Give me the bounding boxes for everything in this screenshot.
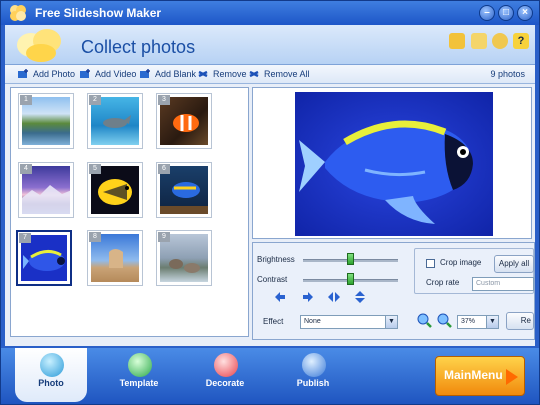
thumbnail-number: 9 xyxy=(158,232,170,242)
remove-icon xyxy=(198,70,208,78)
remove-all-label: Remove All xyxy=(264,69,310,79)
toolbar: Add Photo Add Video Add Blank Remove Rem… xyxy=(5,65,535,84)
template-icon xyxy=(128,353,152,377)
title-bar: Free Slideshow Maker – □ × xyxy=(1,1,539,25)
thumbnail-3[interactable]: 3 xyxy=(156,93,212,149)
page-title: Collect photos xyxy=(81,37,196,57)
thumbnail-panel: 1 2 3 4 5 6 7 8 9 xyxy=(10,87,249,337)
heart-icon xyxy=(214,353,238,377)
tab-publish-label: Publish xyxy=(296,378,330,388)
flip-horizontal-icon[interactable] xyxy=(327,291,341,303)
rotate-right-icon[interactable] xyxy=(301,291,315,303)
chevron-down-icon: ▼ xyxy=(385,316,397,328)
effect-label: Effect xyxy=(263,317,284,326)
minimize-button[interactable]: – xyxy=(479,5,495,21)
page-header: Collect photos ? xyxy=(5,25,535,65)
bottom-tab-bar: Photo Template Decorate Publish MainMenu xyxy=(1,348,539,404)
add-blank-icon xyxy=(140,69,150,78)
zoom-out-icon[interactable] xyxy=(437,313,452,328)
main-menu-button[interactable]: MainMenu xyxy=(435,356,525,396)
tab-template[interactable]: Template xyxy=(103,348,175,402)
main-menu-label: MainMenu xyxy=(444,368,503,382)
thumbnail-number: 1 xyxy=(20,95,32,105)
tab-template-label: Template xyxy=(119,378,159,388)
add-video-icon xyxy=(80,69,90,78)
brightness-slider-thumb[interactable] xyxy=(347,253,354,265)
thumbnail-5[interactable]: 5 xyxy=(87,162,143,218)
thumbnail-2[interactable]: 2 xyxy=(87,93,143,149)
thumbnail-number: 8 xyxy=(89,232,101,242)
preview-image xyxy=(295,92,493,236)
publish-icon xyxy=(302,353,326,377)
remove-all-icon xyxy=(249,70,259,78)
remove-all-button[interactable]: Remove All xyxy=(248,68,310,80)
apply-all-button[interactable]: Apply all xyxy=(494,255,534,273)
zoom-in-icon[interactable] xyxy=(417,313,432,328)
thumbnail-number: 5 xyxy=(89,164,101,174)
photo-count: 9 photos xyxy=(490,69,525,79)
remove-button[interactable]: Remove xyxy=(197,68,247,80)
add-video-button[interactable]: Add Video xyxy=(79,68,136,80)
add-photo-button[interactable]: Add Photo xyxy=(17,68,75,80)
effect-select[interactable]: None ▼ xyxy=(300,315,398,329)
crop-image-checkbox[interactable] xyxy=(426,259,435,268)
reset-label: Re xyxy=(520,316,531,325)
add-video-label: Add Video xyxy=(95,69,137,79)
tab-decorate[interactable]: Decorate xyxy=(189,348,261,402)
thumbnail-4[interactable]: 4 xyxy=(18,162,74,218)
app-window: Free Slideshow Maker – □ × Collect photo… xyxy=(0,0,540,405)
thumbnail-number: 3 xyxy=(158,95,170,105)
flower-logo-icon xyxy=(17,29,61,62)
zoom-value: 37% xyxy=(461,318,476,325)
adjust-panel: Brightness Contrast Effect None ▼ Crop i… xyxy=(252,242,535,340)
thumbnail-number: 6 xyxy=(158,164,170,174)
zoom-select[interactable]: 37% ▼ xyxy=(457,315,499,329)
chevron-down-icon: ▼ xyxy=(486,316,498,328)
crop-rate-value: Custom xyxy=(476,280,501,287)
brightness-label: Brightness xyxy=(257,255,295,264)
tab-photo-label: Photo xyxy=(38,378,64,388)
contrast-slider-thumb[interactable] xyxy=(347,273,354,285)
thumbnail-7[interactable]: 7 xyxy=(16,230,72,286)
help-icon[interactable]: ? xyxy=(513,33,529,49)
rotate-left-icon[interactable] xyxy=(273,291,287,303)
camera-icon xyxy=(40,353,64,377)
app-logo-icon xyxy=(10,5,26,21)
add-photo-icon xyxy=(18,69,28,78)
folder-icon[interactable] xyxy=(449,33,465,49)
maximize-button[interactable]: □ xyxy=(498,5,514,21)
main-area: 1 2 3 4 5 6 7 8 9 Brightness Contrast Ef… xyxy=(5,84,535,346)
add-blank-label: Add Blank xyxy=(155,69,197,79)
window-title: Free Slideshow Maker xyxy=(35,6,162,20)
thumbnail-9[interactable]: 9 xyxy=(156,230,212,286)
flip-vertical-icon[interactable] xyxy=(353,291,367,303)
tab-decorate-label: Decorate xyxy=(205,378,245,388)
crop-image-label: Crop image xyxy=(440,258,482,267)
crop-rate-select[interactable]: Custom xyxy=(472,277,534,291)
effect-select-value: None xyxy=(304,318,321,325)
reset-button[interactable]: Re xyxy=(506,312,534,330)
tab-photo[interactable]: Photo xyxy=(15,348,87,402)
add-photo-label: Add Photo xyxy=(33,69,76,79)
user-icon[interactable] xyxy=(492,33,508,49)
thumbnail-number: 2 xyxy=(89,95,101,105)
contrast-label: Contrast xyxy=(257,275,288,284)
thumbnail-number: 7 xyxy=(19,233,31,243)
crop-rate-label: Crop rate xyxy=(426,278,460,287)
thumbnail-8[interactable]: 8 xyxy=(87,230,143,286)
close-button[interactable]: × xyxy=(517,5,533,21)
thumbnail-6[interactable]: 6 xyxy=(156,162,212,218)
tab-publish[interactable]: Publish xyxy=(277,348,349,402)
add-blank-button[interactable]: Add Blank xyxy=(139,68,196,80)
document-icon[interactable] xyxy=(471,33,487,49)
thumbnail-1[interactable]: 1 xyxy=(18,93,74,149)
thumbnail-number: 4 xyxy=(20,164,32,174)
arrow-right-icon xyxy=(506,369,518,385)
remove-label: Remove xyxy=(213,69,247,79)
preview-panel xyxy=(252,87,532,239)
